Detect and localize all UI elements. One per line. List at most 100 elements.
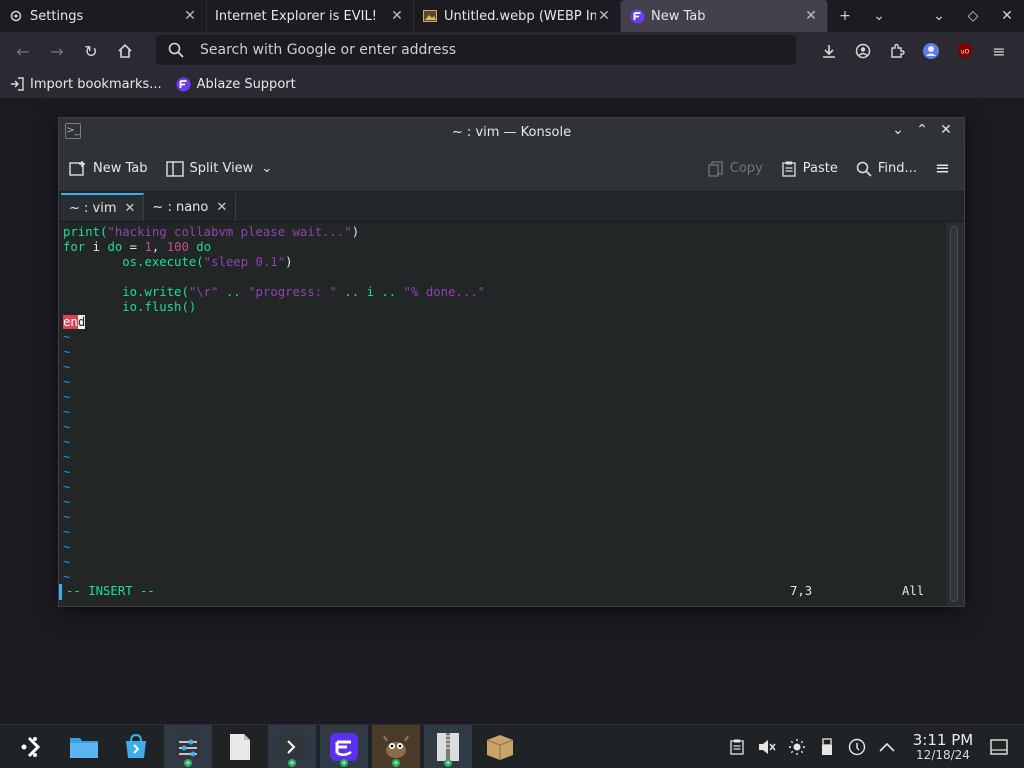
code-keyword: en — [63, 315, 78, 329]
menu-hamburger-icon[interactable]: ≡ — [982, 36, 1016, 66]
konsole-tab-vim[interactable]: ~ : vim ✕ — [61, 193, 145, 221]
code-keyword: do — [107, 240, 123, 254]
code-token: ) — [285, 255, 293, 269]
browser-tab-strip: Settings ✕ Internet Explorer is EVIL! ✕ … — [0, 0, 1024, 32]
close-tab-icon[interactable]: ✕ — [125, 201, 136, 216]
nav-toolbar-icons: uO ≡ — [812, 36, 1016, 66]
dolphin-file-manager-icon[interactable] — [60, 725, 108, 768]
browser-tab-settings[interactable]: Settings ✕ — [0, 0, 207, 32]
close-tab-icon[interactable]: ✕ — [596, 8, 612, 24]
ablaze-logo-icon — [176, 77, 191, 92]
discover-store-icon[interactable] — [112, 725, 160, 768]
account-icon[interactable] — [846, 36, 880, 66]
back-arrow-icon[interactable]: ← — [6, 36, 40, 66]
code-keyword: for — [63, 240, 86, 254]
kickoff-launcher-icon[interactable] — [8, 725, 56, 768]
ablaze-floorp-taskbar-icon[interactable]: + — [320, 724, 368, 768]
help-icon[interactable] — [842, 738, 872, 756]
terminal-content[interactable]: print("hacking collabvm please wait...")… — [59, 222, 946, 606]
empty-line-tilde: ~ — [63, 510, 71, 524]
tray-expand-chevron-icon[interactable] — [872, 742, 902, 752]
hamburger-menu-icon[interactable]: ≡ — [935, 158, 950, 179]
usb-device-icon[interactable] — [812, 738, 842, 756]
close-tab-icon[interactable]: ✕ — [182, 8, 198, 24]
address-bar[interactable]: Search with Google or enter address — [156, 35, 796, 65]
vim-status-line: -- INSERT -- 7,3 All — [59, 584, 946, 600]
empty-line-tilde: ~ — [63, 570, 71, 584]
paste-button[interactable]: Paste — [781, 161, 838, 177]
brightness-icon[interactable] — [782, 738, 812, 756]
copy-button[interactable]: Copy — [708, 160, 763, 177]
browser-navigation-bar: ← → ↻ Search with Google or enter addres… — [0, 32, 1024, 70]
code-number: 1 — [144, 240, 152, 254]
close-icon[interactable]: ✕ — [934, 122, 958, 138]
empty-line-tilde: ~ — [63, 465, 71, 479]
konsole-titlebar[interactable]: >_ ~ : vim — Konsole ⌄ ⌃ ✕ — [59, 118, 964, 146]
image-icon — [422, 8, 438, 24]
plasma-taskbar: + + + + + 3:11 PM 12/18/24 — [0, 724, 1024, 768]
archive-manager-taskbar-icon[interactable]: + — [424, 724, 472, 768]
code-line: print("hacking collabvm please wait...") — [63, 225, 946, 240]
maximize-chevron-icon[interactable]: ⌃ — [910, 122, 934, 138]
text-file-icon[interactable] — [216, 725, 264, 768]
empty-line-tilde: ~ — [63, 360, 71, 374]
empty-line-tilde: ~ — [63, 375, 71, 389]
close-tab-icon[interactable]: ✕ — [389, 8, 405, 24]
find-button[interactable]: Find... — [856, 161, 917, 177]
package-installer-icon[interactable] — [476, 725, 524, 768]
extensions-puzzle-icon[interactable] — [880, 36, 914, 66]
terminal-scrollbar[interactable] — [950, 226, 958, 602]
close-tab-icon[interactable]: ✕ — [216, 200, 227, 215]
close-tab-icon[interactable]: ✕ — [803, 8, 819, 24]
home-icon[interactable] — [108, 36, 142, 66]
empty-line-tilde: ~ — [63, 435, 71, 449]
terminal-app-icon: >_ — [65, 123, 81, 139]
empty-line-tilde: ~ — [63, 540, 71, 554]
digital-clock[interactable]: 3:11 PM 12/18/24 — [908, 732, 978, 762]
close-window-icon[interactable]: ✕ — [990, 8, 1024, 24]
window-controls: ⌄ ◇ ✕ — [922, 0, 1024, 32]
bookmarks-bar: Import bookmarks... Ablaze Support — [0, 70, 1024, 98]
bookmark-label: Ablaze Support — [196, 76, 296, 92]
reload-icon[interactable]: ↻ — [74, 36, 108, 66]
code-string: "sleep 0.1" — [203, 255, 286, 269]
code-token: ) — [351, 225, 360, 239]
list-tabs-chevron-icon[interactable]: ⌄ — [862, 8, 896, 24]
new-tab-plus-icon[interactable]: + — [828, 8, 862, 24]
ublock-origin-icon[interactable]: uO — [948, 36, 982, 66]
browser-tab-untitled-webp[interactable]: Untitled.webp (WEBP Im ✕ — [414, 0, 621, 32]
minimize-chevron-icon[interactable]: ⌄ — [886, 122, 910, 138]
downloads-icon[interactable] — [812, 36, 846, 66]
bookmark-ablaze-support[interactable]: Ablaze Support — [176, 77, 296, 92]
toolbar-right-group: Copy Paste Find... ≡ — [708, 158, 954, 179]
system-settings-taskbar-icon[interactable]: + — [164, 724, 212, 768]
empty-line-tilde: ~ — [63, 480, 71, 494]
empty-line-tilde: ~ — [63, 555, 71, 569]
chevron-down-icon[interactable]: ⌄ — [922, 8, 956, 24]
code-token: io.write( — [122, 285, 189, 299]
konsole-window: >_ ~ : vim — Konsole ⌄ ⌃ ✕ New Tab Split… — [58, 117, 965, 607]
gear-icon — [8, 8, 24, 24]
bookmark-import[interactable]: Import bookmarks... — [10, 77, 162, 92]
empty-line-tilde: ~ — [63, 390, 71, 404]
empty-line-tilde: ~ — [63, 525, 71, 539]
gimp-taskbar-icon[interactable]: + — [372, 724, 420, 768]
browser-tab-new-tab[interactable]: New Tab ✕ — [621, 0, 828, 32]
vim-mode-indicator: -- INSERT -- — [66, 584, 155, 598]
forward-arrow-icon[interactable]: → — [40, 36, 74, 66]
volume-muted-icon[interactable] — [752, 739, 782, 755]
browser-tab-internet-explorer[interactable]: Internet Explorer is EVIL! ✕ — [207, 0, 414, 32]
chevron-down-icon[interactable]: ⌄ — [261, 161, 272, 176]
clipboard-icon[interactable] — [722, 739, 752, 755]
new-tab-label: New Tab — [93, 161, 148, 176]
new-tab-button[interactable]: New Tab — [69, 160, 148, 177]
ablaze-logo-icon — [629, 8, 645, 24]
split-view-button[interactable]: Split View ⌄ — [165, 160, 272, 177]
konsole-taskbar-icon[interactable]: + — [268, 724, 316, 768]
profile-avatar-icon[interactable] — [914, 36, 948, 66]
code-line: io.flush() — [63, 300, 946, 315]
show-desktop-icon[interactable] — [984, 739, 1014, 755]
diamond-icon[interactable]: ◇ — [956, 8, 990, 24]
konsole-tab-nano[interactable]: ~ : nano ✕ — [144, 193, 237, 221]
find-label: Find... — [877, 161, 917, 176]
